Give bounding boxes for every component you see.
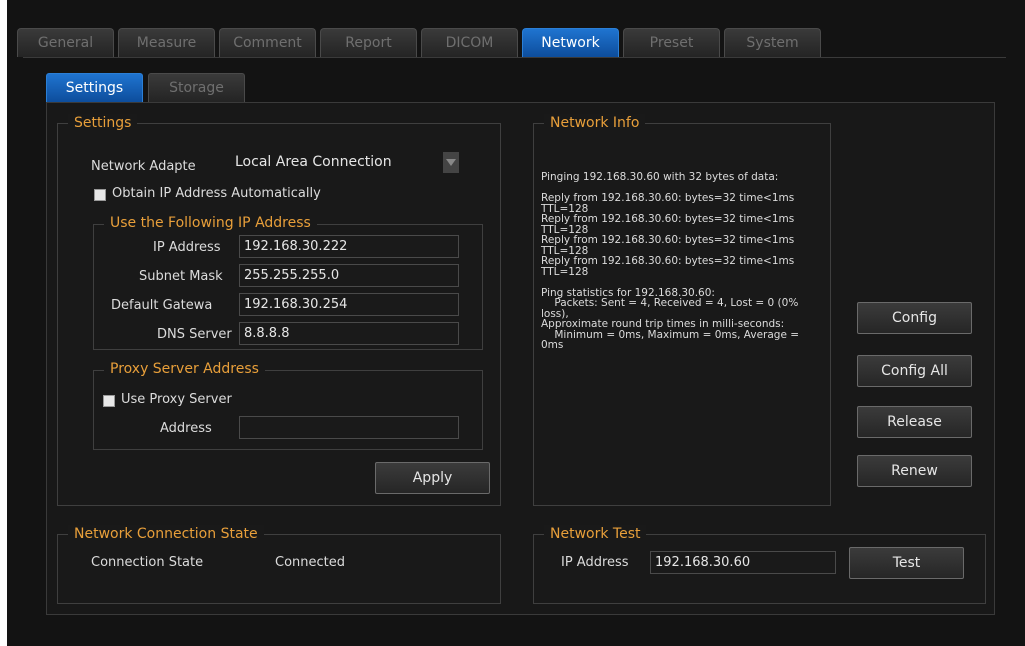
tab-preset[interactable]: Preset bbox=[623, 28, 720, 57]
apply-button[interactable]: Apply bbox=[375, 462, 490, 494]
app-screen: General Measure Comment Report DICOM Net… bbox=[7, 0, 1025, 646]
proxy-address-label: Address bbox=[160, 421, 212, 436]
settings-panel: Settings Network Adapte Local Area Conne… bbox=[46, 102, 995, 615]
network-adapter-value: Local Area Connection bbox=[235, 154, 392, 170]
tab-network[interactable]: Network bbox=[522, 28, 619, 57]
tab-divider bbox=[23, 57, 1006, 58]
ping-line: Approximate round trip times in milli-se… bbox=[541, 318, 785, 330]
ip-address-label: IP Address bbox=[153, 240, 221, 255]
use-proxy-label: Use Proxy Server bbox=[121, 392, 232, 407]
ping-line: Reply from 192.168.30.60: bytes=32 time<… bbox=[541, 234, 795, 246]
default-gateway-label: Default Gatewa bbox=[111, 298, 213, 313]
renew-button[interactable]: Renew bbox=[857, 455, 972, 487]
tab-general[interactable]: General bbox=[17, 28, 114, 57]
chevron-down-icon[interactable] bbox=[443, 152, 459, 173]
settings-legend: Settings bbox=[68, 114, 138, 132]
subnet-mask-label: Subnet Mask bbox=[139, 269, 223, 284]
tab-report[interactable]: Report bbox=[320, 28, 417, 57]
ping-line: Pinging 192.168.30.60 with 32 bytes of d… bbox=[541, 171, 779, 183]
tab-dicom[interactable]: DICOM bbox=[421, 28, 518, 57]
ping-line: Reply from 192.168.30.60: bytes=32 time<… bbox=[541, 213, 795, 225]
ping-line: Reply from 192.168.30.60: bytes=32 time<… bbox=[541, 255, 795, 267]
network-info-group: Network Info Pinging 192.168.30.60 with … bbox=[533, 114, 831, 506]
ping-line: Minimum = 0ms, Maximum = 0ms, Average = bbox=[541, 328, 800, 341]
default-gateway-field[interactable]: 192.168.30.254 bbox=[239, 293, 459, 316]
ping-line: Reply from 192.168.30.60: bytes=32 time<… bbox=[541, 192, 795, 204]
test-ip-field[interactable]: 192.168.30.60 bbox=[650, 551, 836, 574]
manual-ip-group: Use the Following IP Address IP Address … bbox=[93, 214, 483, 350]
ping-line: Packets: Sent = 4, Received = 4, Lost = … bbox=[541, 297, 799, 309]
tab-system[interactable]: System bbox=[724, 28, 821, 57]
config-button[interactable]: Config bbox=[857, 302, 972, 334]
ping-line bbox=[541, 277, 821, 288]
dns-server-label: DNS Server bbox=[157, 327, 232, 342]
connection-state-label: Connection State bbox=[91, 555, 204, 570]
subtab-settings[interactable]: Settings bbox=[46, 73, 143, 102]
connection-state-group: Network Connection State Connection Stat… bbox=[57, 525, 501, 604]
ping-line: TTL=128 bbox=[541, 265, 589, 278]
manual-ip-legend: Use the Following IP Address bbox=[104, 214, 317, 232]
subtab-storage[interactable]: Storage bbox=[148, 73, 245, 102]
network-adapter-select[interactable]: Local Area Connection bbox=[231, 152, 459, 175]
obtain-ip-checkbox[interactable] bbox=[94, 189, 106, 201]
tab-comment[interactable]: Comment bbox=[219, 28, 316, 57]
config-all-button[interactable]: Config All bbox=[857, 355, 972, 387]
subnet-mask-field[interactable]: 255.255.255.0 bbox=[239, 264, 459, 287]
test-ip-label: IP Address bbox=[561, 555, 629, 570]
settings-group: Settings Network Adapte Local Area Conne… bbox=[57, 114, 501, 506]
use-proxy-checkbox[interactable] bbox=[103, 395, 115, 407]
proxy-group: Proxy Server Address Use Proxy Server Ad… bbox=[93, 360, 483, 450]
test-button[interactable]: Test bbox=[849, 547, 964, 579]
connection-state-legend: Network Connection State bbox=[68, 525, 264, 543]
tab-measure[interactable]: Measure bbox=[118, 28, 215, 57]
proxy-address-field[interactable] bbox=[239, 416, 459, 439]
obtain-ip-label: Obtain IP Address Automatically bbox=[112, 186, 321, 201]
dns-server-field[interactable]: 8.8.8.8 bbox=[239, 322, 459, 345]
network-test-legend: Network Test bbox=[544, 525, 647, 543]
network-test-group: Network Test IP Address 192.168.30.60 Te… bbox=[533, 525, 986, 604]
ping-line: 0ms bbox=[541, 339, 564, 351]
release-button[interactable]: Release bbox=[857, 406, 972, 438]
connection-state-value: Connected bbox=[275, 555, 346, 570]
proxy-legend: Proxy Server Address bbox=[104, 360, 265, 378]
ping-output: Pinging 192.168.30.60 with 32 bytes of d… bbox=[541, 172, 821, 351]
ip-address-field[interactable]: 192.168.30.222 bbox=[239, 235, 459, 258]
network-adapter-label: Network Adapte bbox=[91, 159, 196, 174]
network-info-legend: Network Info bbox=[544, 114, 646, 132]
